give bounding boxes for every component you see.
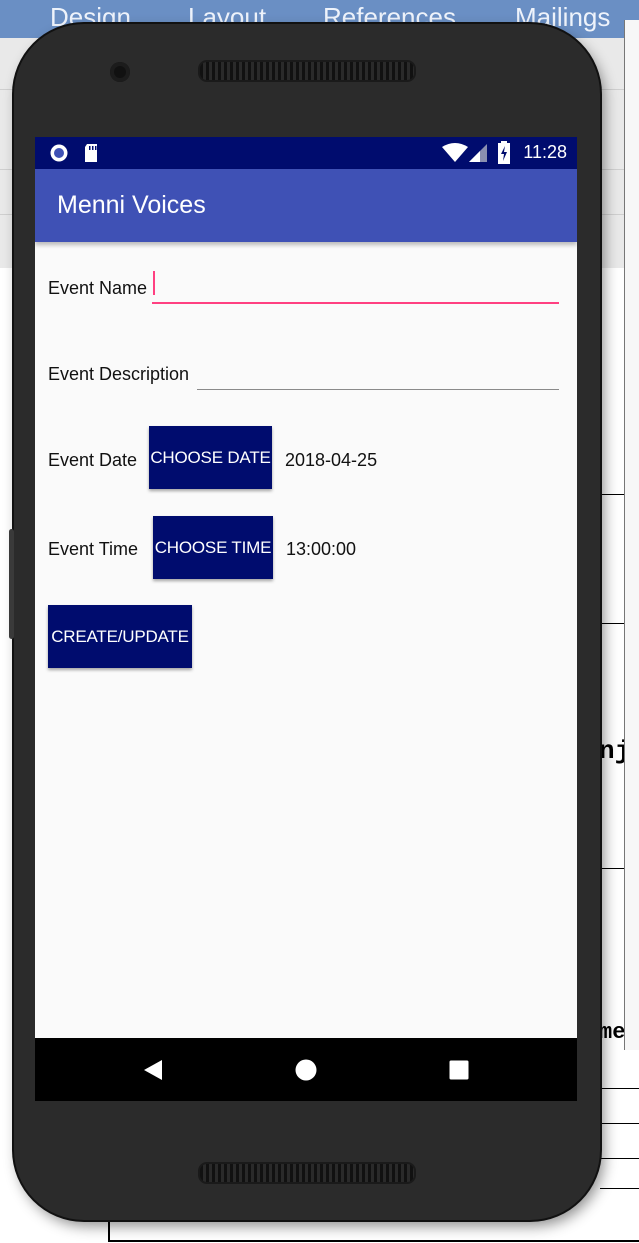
recents-icon[interactable] xyxy=(449,1060,469,1080)
choose-date-button[interactable]: CHOOSE DATE xyxy=(149,426,272,489)
event-name-underline xyxy=(152,302,559,304)
phone-device-frame: 11:28 Menni Voices Event Name Event Desc… xyxy=(9,24,600,1220)
volume-button xyxy=(9,529,14,639)
status-time: 11:28 xyxy=(523,142,567,162)
wifi-icon xyxy=(442,143,468,162)
doc-fragment-2: me xyxy=(599,1020,626,1045)
event-name-input[interactable] xyxy=(158,273,554,297)
status-bar: 11:28 xyxy=(35,137,577,169)
phone-screen: 11:28 Menni Voices Event Name Event Desc… xyxy=(35,137,577,1101)
event-time-label: Event Time xyxy=(48,539,139,559)
text-cursor xyxy=(153,271,155,295)
event-description-input[interactable] xyxy=(199,361,554,385)
event-description-underline xyxy=(197,389,559,390)
home-icon[interactable] xyxy=(295,1059,317,1081)
sd-card-icon xyxy=(85,144,97,162)
back-icon[interactable] xyxy=(143,1059,163,1081)
event-name-field[interactable] xyxy=(152,269,559,305)
navigation-bar xyxy=(35,1038,577,1101)
event-time-value: 13:00:00 xyxy=(286,539,357,559)
app-bar: Menni Voices xyxy=(35,169,577,242)
event-date-value: 2018-04-25 xyxy=(285,450,378,470)
bottom-speaker xyxy=(198,1162,416,1184)
create-update-button[interactable]: CREATE/UPDATE xyxy=(48,605,192,668)
event-name-label: Event Name xyxy=(48,278,148,298)
notification-dot-icon xyxy=(50,144,68,162)
signal-icon xyxy=(469,144,487,162)
event-description-field[interactable] xyxy=(197,355,559,391)
battery-charging-icon xyxy=(498,141,510,164)
earpiece-speaker xyxy=(198,60,416,82)
front-camera xyxy=(110,62,130,82)
app-title: Menni Voices xyxy=(57,191,206,219)
event-description-label: Event Description xyxy=(48,364,190,384)
choose-time-button[interactable]: CHOOSE TIME xyxy=(153,516,273,579)
background-app-scrollbar[interactable] xyxy=(624,20,639,1050)
event-date-label: Event Date xyxy=(48,450,138,470)
